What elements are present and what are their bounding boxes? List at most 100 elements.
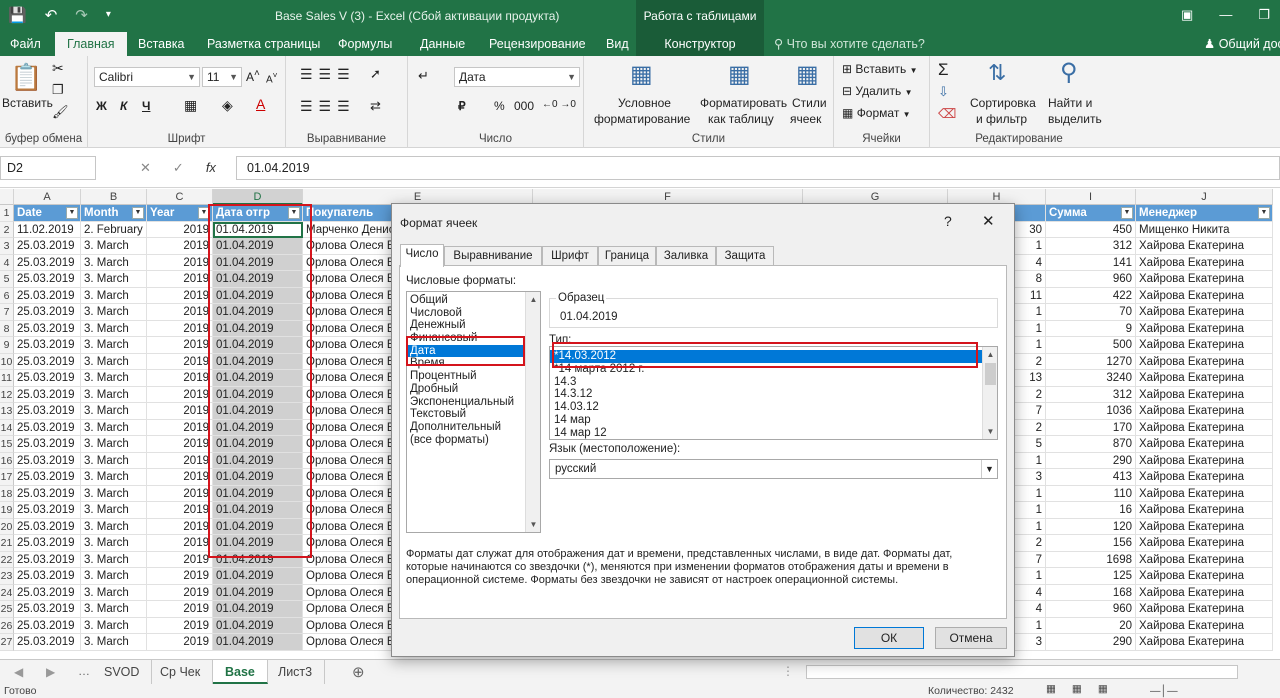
cell-manager[interactable]: Хайрова Екатерина (1136, 617, 1273, 634)
cell-sum[interactable]: 1036 (1046, 403, 1136, 420)
row-number[interactable]: 25 (0, 601, 14, 618)
cell-year[interactable]: 2019 (147, 568, 213, 585)
scroll-up-icon[interactable]: ▲ (526, 292, 540, 307)
type-scrollbar[interactable]: ▲ ▼ (982, 347, 997, 439)
cell-ship-date[interactable]: 01.04.2019 (213, 502, 303, 519)
cell-month[interactable]: 3. March (81, 601, 147, 618)
row-number[interactable]: 20 (0, 518, 14, 535)
row-number[interactable]: 17 (0, 469, 14, 486)
filter-dropdown-icon[interactable]: ▼ (66, 207, 78, 219)
restore-icon[interactable]: ❐ (1258, 7, 1270, 23)
more-sheets-icon[interactable]: … (78, 664, 90, 678)
cell-date[interactable]: 25.03.2019 (14, 535, 81, 552)
category-list[interactable]: Общий Числовой Денежный Финансовый Дата Время… (406, 291, 541, 533)
cancel-icon[interactable]: ✕ (140, 160, 151, 176)
minimize-icon[interactable]: — (1219, 7, 1232, 23)
row-number[interactable]: 24 (0, 584, 14, 601)
tab-data[interactable]: Данные (420, 32, 465, 56)
cell-date[interactable]: 25.03.2019 (14, 634, 81, 651)
paste-button[interactable]: Вставить (2, 96, 53, 110)
row-number[interactable]: 23 (0, 568, 14, 585)
col-header-c[interactable]: C (147, 189, 213, 205)
cell-manager[interactable]: Хайрова Екатерина (1136, 601, 1273, 618)
autosum-icon[interactable]: Σ (938, 60, 949, 80)
cell-date[interactable]: 25.03.2019 (14, 452, 81, 469)
cell-ship-date[interactable]: 01.04.2019 (213, 403, 303, 420)
close-icon[interactable]: ✕ (982, 212, 995, 230)
cell-sum[interactable]: 3240 (1046, 370, 1136, 387)
cell-manager[interactable]: Хайрова Екатерина (1136, 518, 1273, 535)
cell-sum[interactable]: 170 (1046, 419, 1136, 436)
cell-date[interactable]: 25.03.2019 (14, 485, 81, 502)
ok-button[interactable]: ОК (854, 627, 924, 649)
cell-ship-date[interactable]: 01.04.2019 (213, 469, 303, 486)
format-painter-icon[interactable]: 🖌 (52, 104, 69, 120)
borders-icon[interactable]: ▦ (184, 97, 197, 114)
enter-icon[interactable]: ✓ (173, 160, 184, 176)
currency-icon[interactable]: ₽ (458, 99, 466, 113)
cell-manager[interactable]: Хайрова Екатерина (1136, 436, 1273, 453)
cell-manager[interactable]: Хайрова Екатерина (1136, 370, 1273, 387)
scroll-right-icon[interactable]: ▶ (46, 665, 55, 679)
cell-manager[interactable]: Мищенко Никита (1136, 221, 1273, 238)
format-as-table-label1[interactable]: Форматировать (700, 96, 787, 110)
cell-manager[interactable]: Хайрова Екатерина (1136, 238, 1273, 255)
filter-dropdown-icon[interactable]: ▼ (132, 207, 144, 219)
cell-ship-date[interactable]: 01.04.2019 (213, 337, 303, 354)
cell-month[interactable]: 3. March (81, 584, 147, 601)
category-item[interactable]: Дополнительный (407, 421, 540, 434)
cell-date[interactable]: 25.03.2019 (14, 469, 81, 486)
cell-date[interactable]: 25.03.2019 (14, 518, 81, 535)
col-header-d[interactable]: D (213, 189, 303, 205)
cell-date[interactable]: 25.03.2019 (14, 254, 81, 271)
cell-manager[interactable]: Хайрова Екатерина (1136, 634, 1273, 651)
tab-protection[interactable]: Защита (716, 246, 774, 266)
filter-dropdown-icon[interactable]: ▼ (1121, 207, 1133, 219)
cell-sum[interactable]: 168 (1046, 584, 1136, 601)
sheet-tab-avg-check[interactable]: Ср Чек (148, 660, 214, 684)
tab-page-layout[interactable]: Разметка страницы (207, 32, 320, 56)
sort-filter-label2[interactable]: и фильтр (976, 112, 1027, 126)
tab-design[interactable]: Конструктор (636, 32, 764, 56)
decimal-icons[interactable]: ←0 →0 (542, 99, 576, 110)
cell-year[interactable]: 2019 (147, 469, 213, 486)
cell-sum[interactable]: 141 (1046, 254, 1136, 271)
type-item[interactable]: 14 мар 12 (550, 427, 997, 439)
cell-month[interactable]: 3. March (81, 254, 147, 271)
cell-date[interactable]: 25.03.2019 (14, 601, 81, 618)
category-item[interactable]: (все форматы) (407, 434, 540, 447)
type-item[interactable]: 14 мар (550, 414, 997, 427)
cell-sum[interactable]: 870 (1046, 436, 1136, 453)
cell-date[interactable]: 25.03.2019 (14, 386, 81, 403)
cell-month[interactable]: 2. February (81, 221, 147, 238)
category-item[interactable]: Время (407, 357, 540, 370)
cell-manager[interactable]: Хайрова Екатерина (1136, 304, 1273, 321)
cell-sum[interactable]: 16 (1046, 502, 1136, 519)
category-item[interactable]: Числовой (407, 307, 540, 320)
language-select[interactable]: русский ▼ (549, 459, 998, 479)
type-item[interactable]: *14.03.2012 (550, 350, 997, 363)
cell-year[interactable]: 2019 (147, 271, 213, 288)
category-item[interactable]: Экспоненциальный (407, 396, 540, 409)
cell-sum[interactable]: 312 (1046, 386, 1136, 403)
percent-button[interactable]: % (494, 99, 505, 113)
cell-month[interactable]: 3. March (81, 617, 147, 634)
category-item[interactable]: Общий (407, 294, 540, 307)
cell-manager[interactable]: Хайрова Екатерина (1136, 419, 1273, 436)
insert-function-button[interactable]: fx (206, 160, 216, 176)
row-number[interactable]: 2 (0, 221, 14, 238)
cell-ship-date[interactable]: 01.04.2019 (213, 452, 303, 469)
number-format-select[interactable]: Дата ▼ (454, 67, 580, 87)
cell-month[interactable]: 3. March (81, 469, 147, 486)
cell-ship-date[interactable]: 01.04.2019 (213, 518, 303, 535)
cell-date[interactable]: 25.03.2019 (14, 502, 81, 519)
row-number[interactable]: 16 (0, 452, 14, 469)
cell-month[interactable]: 3. March (81, 518, 147, 535)
cell-manager[interactable]: Хайрова Екатерина (1136, 287, 1273, 304)
decrease-font-icon[interactable]: A˅ (266, 70, 278, 85)
cell-date[interactable]: 25.03.2019 (14, 419, 81, 436)
cell-manager[interactable]: Хайрова Екатерина (1136, 271, 1273, 288)
cell-year[interactable]: 2019 (147, 287, 213, 304)
cell-ship-date[interactable]: 01.04.2019 (213, 568, 303, 585)
tab-view[interactable]: Вид (606, 32, 629, 56)
